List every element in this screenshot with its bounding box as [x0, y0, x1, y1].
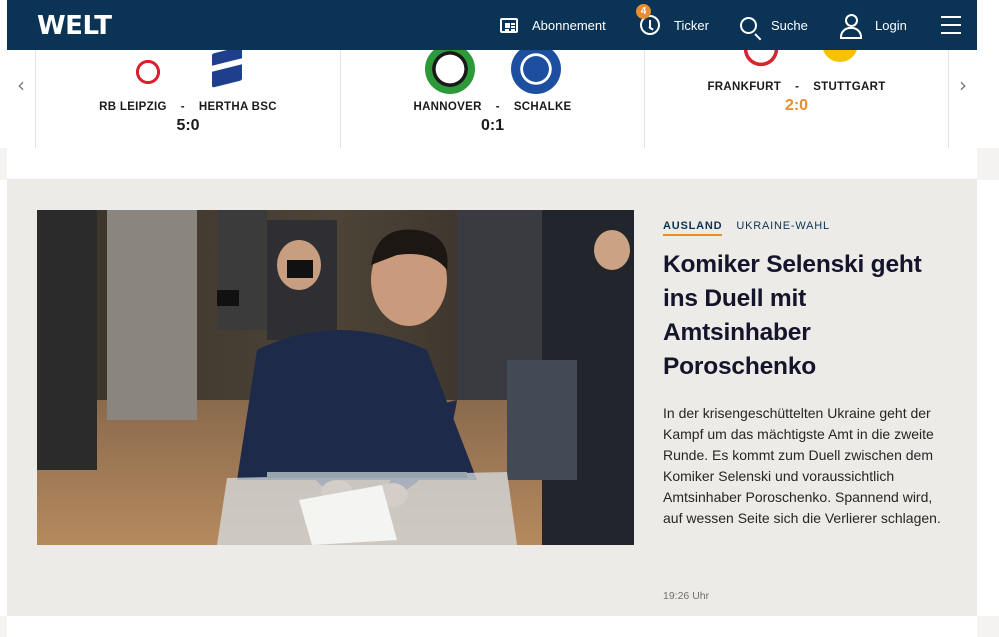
match-separator: - [495, 101, 500, 113]
match-separator: - [795, 81, 800, 93]
away-team: SCHALKE [513, 101, 572, 113]
ticker-count-badge: 4 [636, 4, 651, 19]
nav-ticker-label: Ticker [674, 17, 709, 33]
nav-ticker[interactable]: 4 Ticker [636, 0, 709, 50]
nav-abonnement[interactable]: Abonnement [500, 0, 606, 50]
topic-link-ausland[interactable]: AUSLAND [663, 220, 723, 236]
nav-search-label: Suche [771, 17, 808, 33]
hertha-bsc-logo [204, 44, 248, 88]
article-headline[interactable]: Komiker Selenski geht ins Duell mit Amts… [663, 248, 953, 384]
newspaper-icon [500, 17, 518, 33]
away-team: HERTHA BSC [198, 101, 277, 113]
user-icon [839, 14, 862, 39]
photo-man-casting-ballot[interactable] [37, 210, 634, 545]
home-team: RB LEIPZIG [99, 101, 167, 113]
search-icon [740, 16, 757, 34]
match-result-live: 2:0 [784, 97, 809, 114]
rb-leipzig-logo [128, 50, 168, 90]
match-separator: - [180, 101, 185, 113]
home-team: FRANKFURT [707, 81, 782, 93]
hamburger-menu-icon[interactable] [941, 16, 961, 34]
nav-search[interactable]: Suche [740, 0, 808, 50]
clock-icon: 4 [636, 4, 660, 35]
away-team: STUTTGART [813, 81, 886, 93]
nav-login[interactable]: Login [839, 0, 907, 50]
page-bottom-gap [0, 616, 999, 637]
nav-login-label: Login [875, 17, 907, 33]
chevron-left-icon[interactable]: ‹ [6, 70, 36, 100]
match-result: 0:1 [480, 117, 505, 134]
section-gap [0, 148, 999, 180]
teaser-text: AUSLAND UKRAINE-WAHL Komiker Selenski geh… [663, 220, 953, 529]
welt-logo[interactable]: WELT [37, 11, 112, 41]
site-header: WELT Abonnement 4 Ticker Suche Login [7, 0, 977, 50]
chevron-right-icon[interactable]: › [948, 70, 978, 100]
nav-abonnement-label: Abonnement [532, 17, 606, 33]
topic-link-ukraine-wahl[interactable]: UKRAINE-WAHL [736, 220, 830, 232]
home-team: HANNOVER [413, 101, 482, 113]
article-lead: In der krisengeschüttelten Ukraine geht … [663, 405, 941, 526]
hannover-96-logo [424, 44, 475, 94]
schalke-04-logo [510, 44, 561, 94]
match-result: 5:0 [176, 117, 200, 134]
article-timestamp: 19:26 Uhr [663, 590, 710, 602]
article-teaser: AUSLAND UKRAINE-WAHL Komiker Selenski geh… [7, 180, 977, 616]
